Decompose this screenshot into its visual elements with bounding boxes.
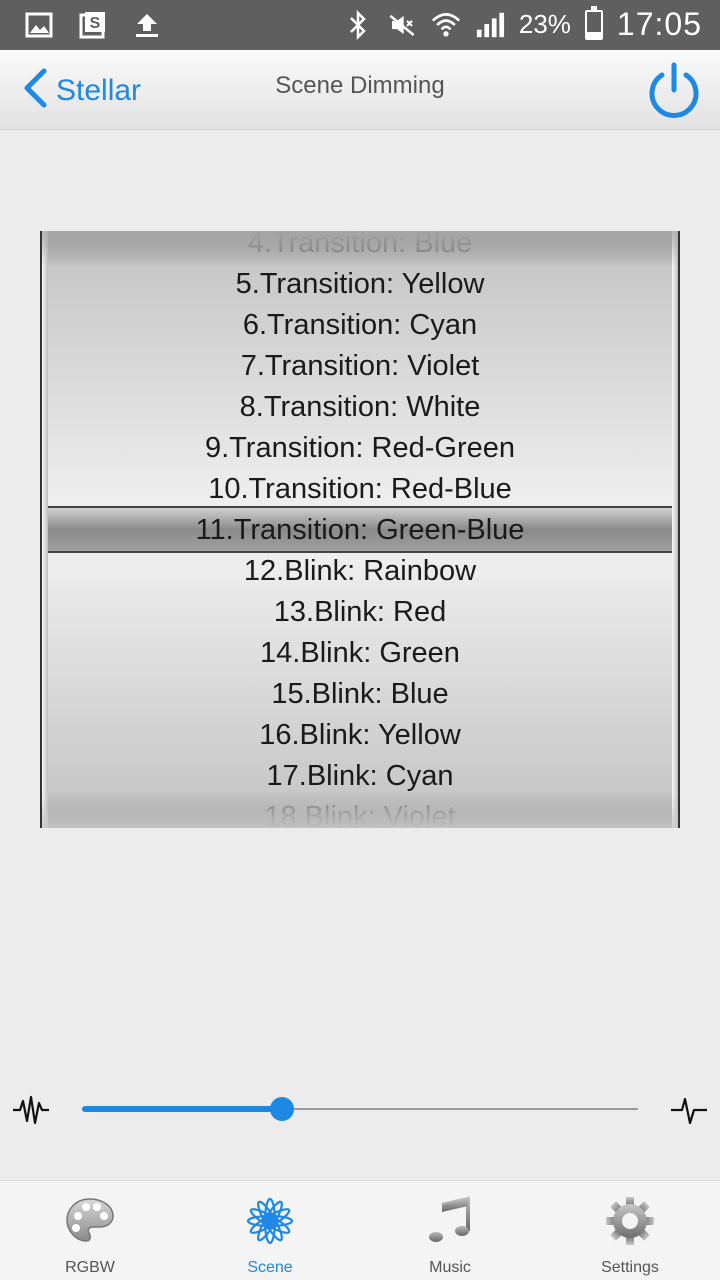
gear-icon [606,1197,654,1245]
speed-slider-track[interactable] [82,1097,638,1121]
scene-item[interactable]: 7.Transition: Violet [42,346,678,387]
speed-control [0,1085,720,1135]
tab-label: Settings [601,1259,659,1276]
scene-list: 4.Transition: Blue 5.Transition: Yellow 6.… [42,231,678,828]
scene-item[interactable]: 9.Transition: Red-Green [42,428,678,469]
wifi-icon [431,10,461,40]
tab-label: RGBW [65,1259,115,1276]
s-app-icon: S [78,10,108,40]
scene-item[interactable]: 14.Blink: Green [42,633,678,674]
tab-label: Scene [247,1259,293,1276]
app-screen: S 23% 17:05 Stellar Scene Dimming 4.Tran… [0,0,720,1280]
svg-text:S: S [90,15,101,32]
scene-item-selected[interactable]: 11.Transition: Green-Blue [42,510,678,551]
flower-icon [246,1197,294,1245]
bluetooth-icon [343,9,373,40]
scene-item[interactable]: 5.Transition: Yellow [42,264,678,305]
palette-icon [66,1198,114,1242]
scene-item[interactable]: 13.Blink: Red [42,592,678,633]
power-icon [649,62,699,118]
battery-percent: 23% [518,9,571,39]
tab-music[interactable]: Music [360,1181,540,1280]
scene-picker[interactable]: 4.Transition: Blue 5.Transition: Yellow 6.… [40,231,680,828]
scene-item[interactable]: 10.Transition: Red-Blue [42,469,678,510]
tab-settings[interactable]: Settings [540,1181,720,1280]
scene-item[interactable]: 16.Blink: Yellow [42,715,678,756]
tab-label: Music [429,1259,471,1276]
fast-wave-icon [12,1093,50,1127]
music-note-icon [429,1196,470,1242]
battery-icon [584,5,603,40]
tab-rgbw[interactable]: RGBW [0,1181,180,1280]
scene-item[interactable]: 15.Blink: Blue [42,674,678,715]
tab-bar: RGBW Scene Music Settings [0,1180,720,1280]
power-button[interactable] [644,60,704,120]
mute-icon [387,10,417,40]
scene-item[interactable]: 12.Blink: Rainbow [42,551,678,592]
status-bar: S 23% 17:05 [0,0,720,50]
tab-scene[interactable]: Scene [180,1181,360,1280]
speed-slider-fill [82,1106,283,1112]
clock: 17:05 [616,6,702,42]
page-title: Scene Dimming [275,72,445,99]
nav-header: Stellar Scene Dimming [0,50,720,130]
slow-wave-icon [670,1093,708,1127]
scene-item[interactable]: 8.Transition: White [42,387,678,428]
scene-item[interactable]: 18.Blink: Violet [42,797,678,828]
scene-item[interactable]: 17.Blink: Cyan [42,756,678,797]
upload-icon [132,10,162,40]
speed-slider-thumb[interactable] [270,1097,295,1121]
scene-item[interactable]: 4.Transition: Blue [42,231,678,264]
scene-item[interactable]: 6.Transition: Cyan [42,305,678,346]
gallery-icon [24,10,54,40]
signal-icon [475,10,505,40]
